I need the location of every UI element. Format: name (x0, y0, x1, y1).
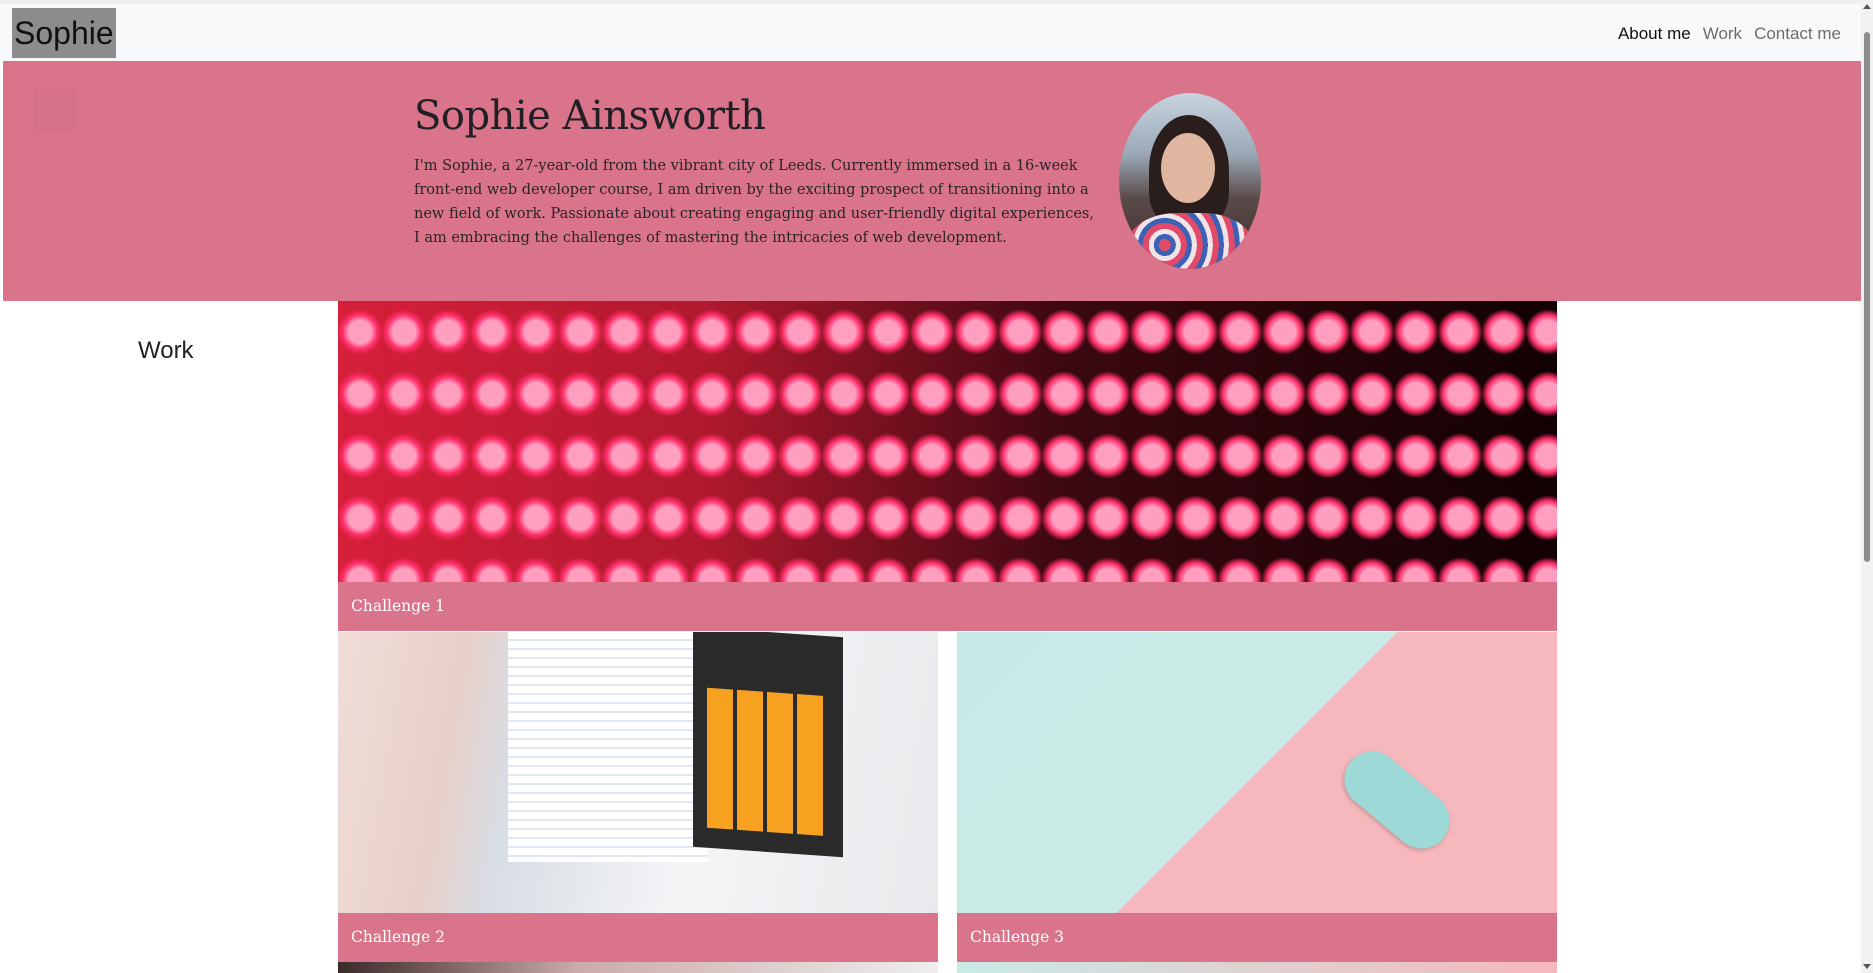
card-caption[interactable]: Challenge 2 (338, 913, 938, 962)
toy-car-image (957, 632, 1557, 913)
hero-name: Sophie Ainsworth (414, 93, 766, 139)
laptop-screen (508, 632, 708, 862)
work-card-challenge-1[interactable]: Challenge 1 (338, 301, 1557, 631)
nav-links: About me Work Contact me (1612, 18, 1847, 50)
scroll-thumb[interactable] (1864, 32, 1870, 562)
next-card-preview-left (338, 962, 938, 973)
vertical-scrollbar[interactable] (1861, 0, 1873, 973)
scroll-up-arrow-icon[interactable] (1863, 4, 1871, 9)
calculator-app (693, 632, 843, 858)
calculator-keys (707, 687, 827, 837)
work-card-challenge-3[interactable]: Challenge 3 (957, 632, 1557, 962)
brand-logo[interactable]: Sophie (12, 8, 116, 58)
scroll-down-arrow-icon[interactable] (1863, 964, 1871, 969)
hero-decoration (33, 87, 77, 131)
laptop-calculator-image (338, 632, 938, 913)
work-heading: Work (138, 337, 194, 364)
toy-car (1333, 739, 1461, 861)
work-card-challenge-2[interactable]: Challenge 2 (338, 632, 938, 962)
nav-link-about-me[interactable]: About me (1612, 18, 1697, 50)
next-card-preview-right (957, 962, 1557, 973)
nav-link-work[interactable]: Work (1697, 18, 1748, 50)
avatar (1119, 93, 1261, 269)
nav-link-contact-me[interactable]: Contact me (1748, 18, 1847, 50)
avatar-face (1161, 133, 1215, 203)
red-led-wall-image (338, 301, 1557, 582)
avatar-dress (1127, 213, 1253, 269)
card-caption[interactable]: Challenge 3 (957, 913, 1557, 962)
hero-section: Sophie Ainsworth I'm Sophie, a 27-year-o… (3, 61, 1861, 301)
page: Sophie About me Work Contact me Sophie A… (0, 0, 1873, 973)
card-caption[interactable]: Challenge 1 (338, 582, 1557, 631)
hero-bio: I'm Sophie, a 27-year-old from the vibra… (414, 158, 1094, 246)
navbar: Sophie About me Work Contact me (0, 0, 1861, 61)
